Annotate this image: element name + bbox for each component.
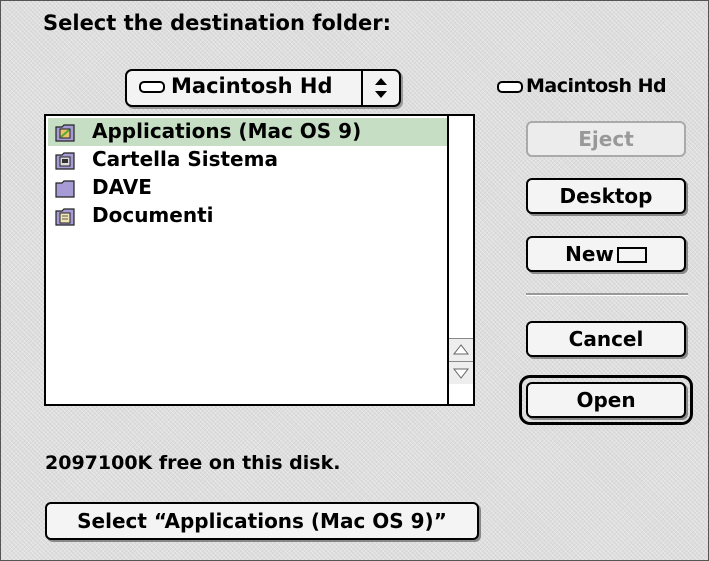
- list-item-label: Applications (Mac OS 9): [92, 119, 362, 143]
- cancel-button[interactable]: Cancel: [526, 321, 686, 357]
- scroll-down-icon[interactable]: [449, 361, 473, 384]
- disk-icon: [497, 81, 523, 93]
- button-separator: [526, 293, 688, 296]
- file-dialog: Select the destination folder: Macintosh…: [0, 0, 709, 561]
- list-item[interactable]: DAVE: [48, 174, 451, 202]
- system-folder-icon: [55, 152, 75, 170]
- dialog-prompt: Select the destination folder:: [43, 11, 391, 35]
- list-item[interactable]: Applications (Mac OS 9): [48, 118, 451, 146]
- desktop-button[interactable]: Desktop: [526, 178, 686, 214]
- free-space-label: 2097100K free on this disk.: [45, 452, 341, 474]
- open-button[interactable]: Open: [526, 382, 686, 418]
- scroll-up-icon[interactable]: [449, 338, 473, 361]
- select-folder-button[interactable]: Select “Applications (Mac OS 9)”: [45, 502, 479, 540]
- vertical-scrollbar[interactable]: [447, 116, 473, 404]
- documents-folder-icon: [55, 208, 75, 226]
- file-list[interactable]: Applications (Mac OS 9) Cartella Sistema…: [44, 114, 475, 406]
- volume-popup[interactable]: Macintosh Hd: [125, 69, 401, 107]
- new-folder-button[interactable]: New: [526, 236, 686, 272]
- hard-drive-icon: [139, 81, 165, 93]
- list-item-label: Cartella Sistema: [92, 147, 278, 171]
- new-folder-label: New: [565, 242, 614, 266]
- updown-arrows-icon: [375, 78, 387, 98]
- folder-icon: [55, 180, 75, 198]
- list-item-label: Documenti: [92, 203, 214, 227]
- disk-name: Macintosh Hd: [526, 75, 667, 97]
- folder-outline-icon: [616, 247, 647, 263]
- eject-button[interactable]: Eject: [526, 121, 686, 157]
- volume-popup-label: Macintosh Hd: [171, 74, 333, 98]
- list-item-label: DAVE: [92, 175, 152, 199]
- list-item[interactable]: Cartella Sistema: [48, 146, 451, 174]
- applications-folder-icon: [55, 124, 75, 142]
- list-item[interactable]: Documenti: [48, 202, 451, 230]
